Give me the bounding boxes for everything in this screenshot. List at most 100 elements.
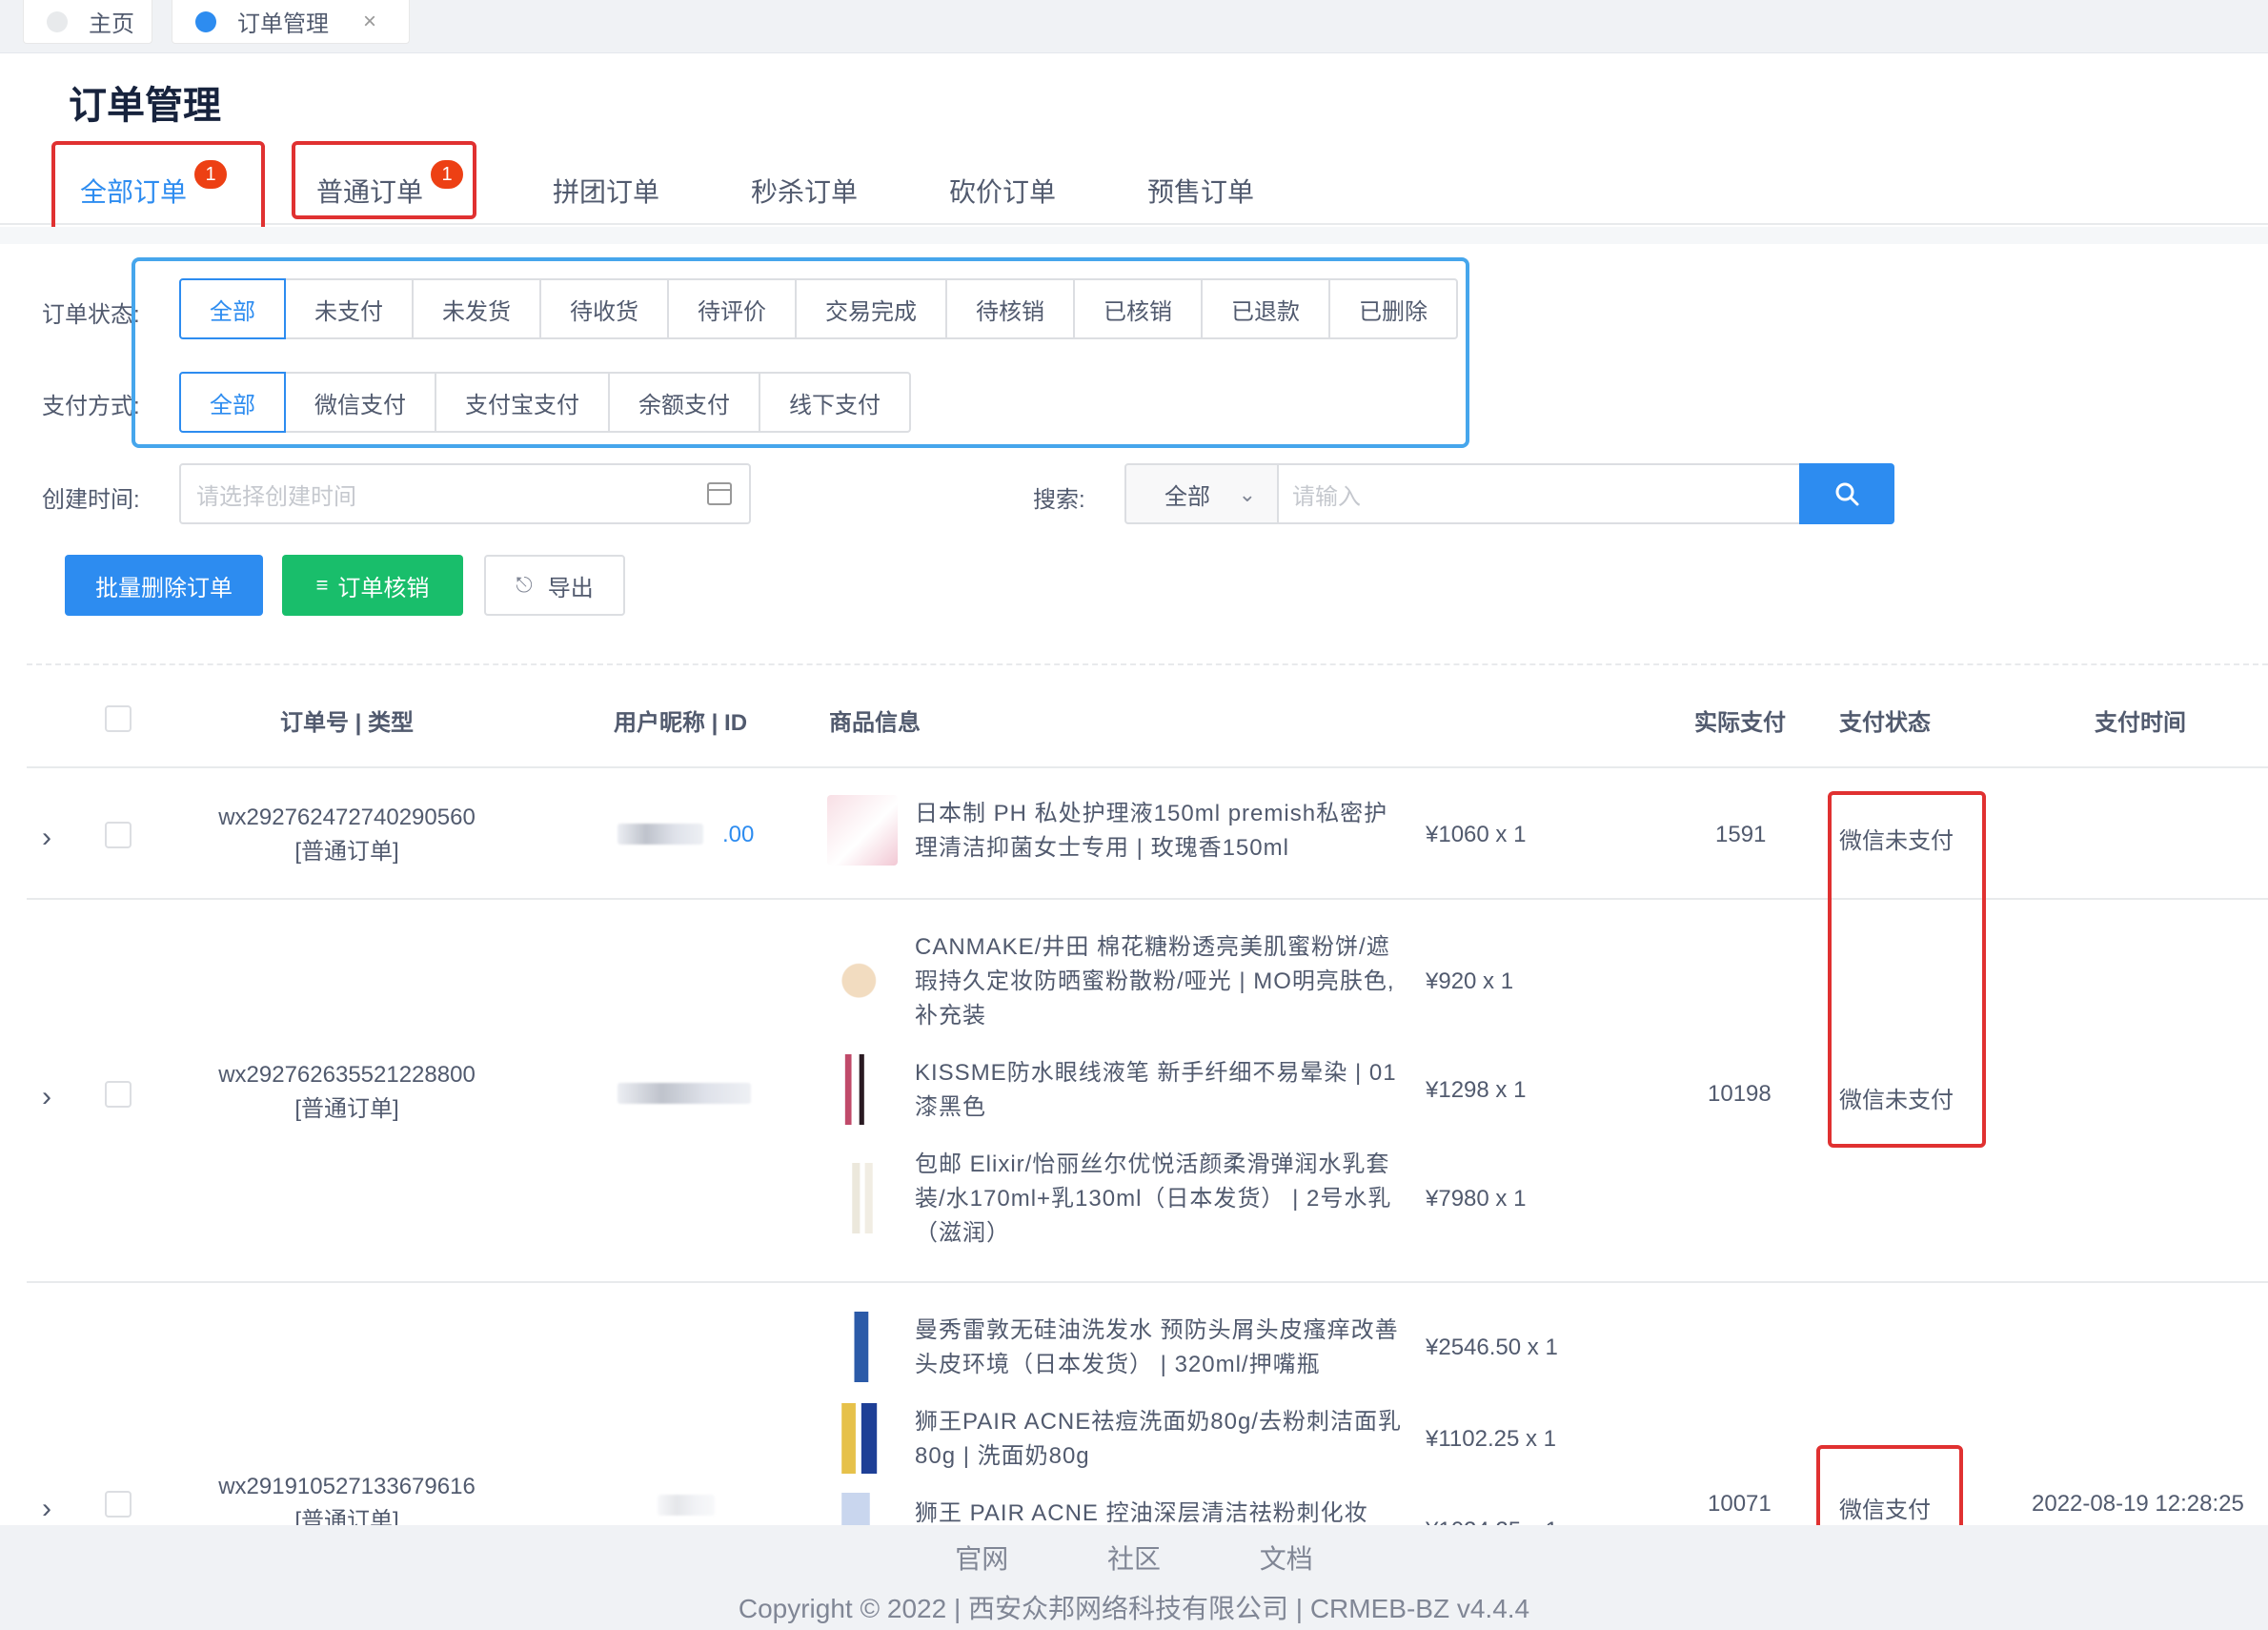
search-scope-select[interactable]: 全部 ⌄ bbox=[1124, 463, 1279, 524]
header-pay-time: 支付时间 bbox=[2095, 710, 2186, 736]
tab-order-management[interactable]: 订单管理 × bbox=[172, 0, 410, 44]
highlight-box bbox=[1828, 791, 1986, 1148]
order-no-text: wx292762635521228800 bbox=[218, 1062, 476, 1088]
order-status-label: 订单状态: bbox=[42, 302, 140, 328]
product-thumbnail bbox=[827, 1163, 898, 1233]
footer-link-docs[interactable]: 文档 bbox=[1260, 1544, 1313, 1574]
paid-amount: 10198 bbox=[1708, 1081, 1772, 1107]
blurred-username bbox=[618, 1083, 751, 1104]
pay-method-label: 支付方式: bbox=[42, 394, 140, 419]
product-thumbnail bbox=[827, 1312, 898, 1382]
calendar-icon bbox=[707, 482, 732, 505]
created-time-label: 创建时间: bbox=[42, 487, 140, 513]
product-thumbnail bbox=[827, 1054, 898, 1125]
tab-dot-icon bbox=[195, 10, 216, 32]
blurred-username bbox=[618, 824, 703, 845]
highlight-box bbox=[132, 257, 1469, 448]
header-goods: 商品信息 bbox=[829, 710, 921, 736]
order-type-text: [普通订单] bbox=[294, 1096, 399, 1122]
order-number: wx292762472740290560 [普通订单] bbox=[204, 801, 490, 869]
verify-order-button[interactable]: ≡ 订单核销 bbox=[282, 555, 463, 616]
batch-delete-button[interactable]: 批量删除订单 bbox=[65, 555, 263, 616]
tab-group-orders[interactable]: 拼团订单 bbox=[553, 172, 659, 210]
order-type-text: [普通订单] bbox=[294, 839, 399, 865]
tab-order-label: 订单管理 bbox=[237, 11, 329, 37]
date-placeholder: 请选择创建时间 bbox=[196, 483, 356, 510]
header-user: 用户昵称 | ID bbox=[614, 710, 748, 736]
paid-amount: 10071 bbox=[1708, 1491, 1772, 1517]
tab-bargain-orders[interactable]: 砍价订单 bbox=[949, 172, 1056, 210]
export-label: 导出 bbox=[547, 575, 594, 601]
row-checkbox[interactable] bbox=[105, 1491, 132, 1518]
pay-time: 2022-08-19 12:28:25 bbox=[2032, 1491, 2244, 1517]
product-name: 狮王PAIR ACNE祛痘洗面奶80g/去粉刺洁面乳80g | 洗面奶80g bbox=[915, 1409, 1402, 1469]
verify-label: 订单核销 bbox=[337, 575, 430, 601]
product-price: ¥1102.25 x 1 bbox=[1426, 1426, 1557, 1452]
paid-amount: 1591 bbox=[1715, 822, 1767, 847]
tab-label: 预售订单 bbox=[1147, 177, 1255, 207]
product-price: ¥2546.50 x 1 bbox=[1426, 1335, 1558, 1360]
footer-link-community[interactable]: 社区 bbox=[1107, 1544, 1161, 1574]
tab-label: 砍价订单 bbox=[949, 177, 1057, 207]
header-order: 订单号 | 类型 bbox=[280, 710, 415, 736]
highlight-box bbox=[292, 141, 476, 219]
pay-option-all[interactable]: 全部 bbox=[179, 372, 286, 433]
section-divider bbox=[0, 227, 2268, 244]
search-label: 搜索: bbox=[1033, 487, 1085, 513]
export-button[interactable]: ⎋ 导出 bbox=[484, 555, 625, 616]
product-price: ¥920 x 1 bbox=[1426, 968, 1514, 994]
search-input[interactable]: 请输入 bbox=[1277, 463, 1801, 524]
blurred-username bbox=[658, 1495, 715, 1516]
search-icon bbox=[1835, 482, 1859, 506]
row-checkbox[interactable] bbox=[105, 1081, 132, 1108]
highlight-box bbox=[51, 141, 265, 233]
product-price: ¥1298 x 1 bbox=[1426, 1077, 1527, 1103]
product-name: 曼秀雷敦无硅油洗发水 预防头屑头皮瘙痒改善头皮环境（日本发货） | 320ml/… bbox=[915, 1317, 1399, 1377]
tab-home-label: 主页 bbox=[89, 11, 134, 37]
row-divider bbox=[27, 766, 2268, 768]
search-placeholder: 请输入 bbox=[1292, 483, 1361, 510]
tab-label: 秒杀订单 bbox=[751, 177, 859, 207]
expand-icon[interactable]: › bbox=[42, 822, 51, 854]
user-id-suffix: 00 bbox=[728, 822, 755, 847]
chevron-down-icon: ⌄ bbox=[1238, 482, 1256, 506]
tab-label: 拼团订单 bbox=[553, 177, 660, 207]
order-no-text: wx291910527133679616 bbox=[218, 1474, 476, 1499]
tab-presale-orders[interactable]: 预售订单 bbox=[1147, 172, 1254, 210]
header-paid: 实际支付 bbox=[1694, 710, 1786, 736]
row-checkbox[interactable] bbox=[105, 822, 132, 848]
tab-home[interactable]: 主页 bbox=[23, 0, 152, 44]
list-icon: ≡ bbox=[315, 573, 329, 597]
product-thumbnail bbox=[827, 1403, 898, 1474]
copyright: Copyright © 2022 | 西安众邦网络科技有限公司 | CRMEB-… bbox=[738, 1594, 1530, 1623]
select-all-checkbox[interactable] bbox=[105, 705, 132, 732]
order-number: wx292762635521228800 [普通订单] bbox=[204, 1058, 490, 1127]
search-scope-value: 全部 bbox=[1164, 483, 1210, 510]
page-title: 订单管理 bbox=[69, 85, 221, 127]
user-id-link[interactable]: .00 bbox=[722, 822, 754, 848]
product-price: ¥7980 x 1 bbox=[1426, 1186, 1527, 1212]
header-pay-status: 支付状态 bbox=[1839, 710, 1931, 736]
created-time-picker[interactable]: 请选择创建时间 bbox=[179, 463, 751, 524]
status-option-all[interactable]: 全部 bbox=[179, 278, 286, 339]
top-tab-bar: 主页 订单管理 × bbox=[0, 0, 2268, 53]
footer-links: 官网 社区 文档 bbox=[0, 1538, 2268, 1577]
export-icon: ⎋ bbox=[516, 573, 533, 597]
product-thumbnail bbox=[827, 942, 898, 1012]
footer-link-website[interactable]: 官网 bbox=[955, 1544, 1008, 1574]
product-price: ¥1060 x 1 bbox=[1426, 822, 1527, 847]
tab-dot-icon bbox=[47, 10, 68, 32]
product-name: KISSME防水眼线液笔 新手纤细不易晕染 | 01漆黑色 bbox=[915, 1060, 1397, 1120]
expand-icon[interactable]: › bbox=[42, 1493, 51, 1525]
footer: 官网 社区 文档 Copyright © 2022 | 西安众邦网络科技有限公司… bbox=[0, 1525, 2268, 1630]
divider bbox=[27, 663, 2268, 665]
product-name: 日本制 PH 私处护理液150ml premish私密护理清洁抑菌女士专用 | … bbox=[915, 801, 1388, 861]
order-no-text: wx292762472740290560 bbox=[218, 805, 476, 830]
product-name: CANMAKE/井田 棉花糖粉透亮美肌蜜粉饼/遮瑕持久定妆防晒蜜粉散粉/哑光 |… bbox=[915, 934, 1395, 1029]
product-thumbnail bbox=[827, 1493, 898, 1525]
row-divider bbox=[27, 1281, 2268, 1283]
tab-seckill-orders[interactable]: 秒杀订单 bbox=[751, 172, 858, 210]
search-button[interactable] bbox=[1799, 463, 1894, 524]
close-icon[interactable]: × bbox=[363, 9, 376, 35]
expand-icon[interactable]: › bbox=[42, 1081, 51, 1113]
